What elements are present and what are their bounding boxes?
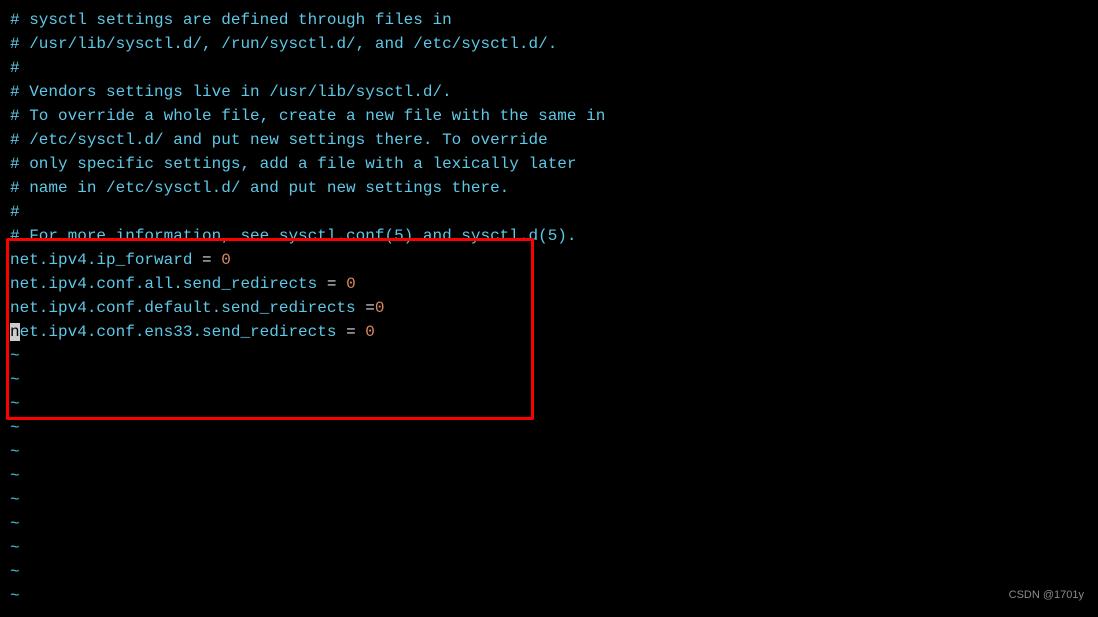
empty-line-tilde: ~: [10, 440, 1088, 464]
cursor-icon: n: [10, 323, 20, 341]
setting-value: 0: [221, 251, 231, 269]
comment-line: # name in /etc/sysctl.d/ and put new set…: [10, 176, 1088, 200]
editor-content[interactable]: # sysctl settings are defined through fi…: [10, 8, 1088, 608]
empty-line-tilde: ~: [10, 512, 1088, 536]
empty-line-tilde: ~: [10, 536, 1088, 560]
empty-line-tilde: ~: [10, 560, 1088, 584]
setting-line: net.ipv4.conf.all.send_redirects = 0: [10, 272, 1088, 296]
comment-line: # Vendors settings live in /usr/lib/sysc…: [10, 80, 1088, 104]
equals-sign: =: [192, 251, 221, 269]
comment-line: # /usr/lib/sysctl.d/, /run/sysctl.d/, an…: [10, 32, 1088, 56]
empty-line-tilde: ~: [10, 344, 1088, 368]
setting-key: net.ipv4.conf.all.send_redirects: [10, 275, 317, 293]
empty-line-tilde: ~: [10, 392, 1088, 416]
setting-value: 0: [365, 323, 375, 341]
setting-value: 0: [375, 299, 385, 317]
comment-line: #: [10, 56, 1088, 80]
comment-line: # only specific settings, add a file wit…: [10, 152, 1088, 176]
equals-sign: =: [317, 275, 346, 293]
empty-line-tilde: ~: [10, 368, 1088, 392]
comment-line: #: [10, 200, 1088, 224]
comment-line: # For more information, see sysctl.conf(…: [10, 224, 1088, 248]
empty-line-tilde: ~: [10, 584, 1088, 608]
comment-line: # /etc/sysctl.d/ and put new settings th…: [10, 128, 1088, 152]
setting-line-cursor: net.ipv4.conf.ens33.send_redirects = 0: [10, 320, 1088, 344]
setting-line: net.ipv4.conf.default.send_redirects =0: [10, 296, 1088, 320]
setting-key: net.ipv4.ip_forward: [10, 251, 192, 269]
setting-key: et.ipv4.conf.ens33.send_redirects: [20, 323, 337, 341]
setting-value: 0: [346, 275, 356, 293]
empty-line-tilde: ~: [10, 416, 1088, 440]
equals-sign: =: [336, 323, 365, 341]
watermark-text: CSDN @1701y: [1009, 583, 1084, 607]
comment-line: # To override a whole file, create a new…: [10, 104, 1088, 128]
empty-line-tilde: ~: [10, 488, 1088, 512]
comment-line: # sysctl settings are defined through fi…: [10, 8, 1088, 32]
equals-sign: =: [356, 299, 375, 317]
setting-key: net.ipv4.conf.default.send_redirects: [10, 299, 356, 317]
empty-line-tilde: ~: [10, 464, 1088, 488]
setting-line: net.ipv4.ip_forward = 0: [10, 248, 1088, 272]
